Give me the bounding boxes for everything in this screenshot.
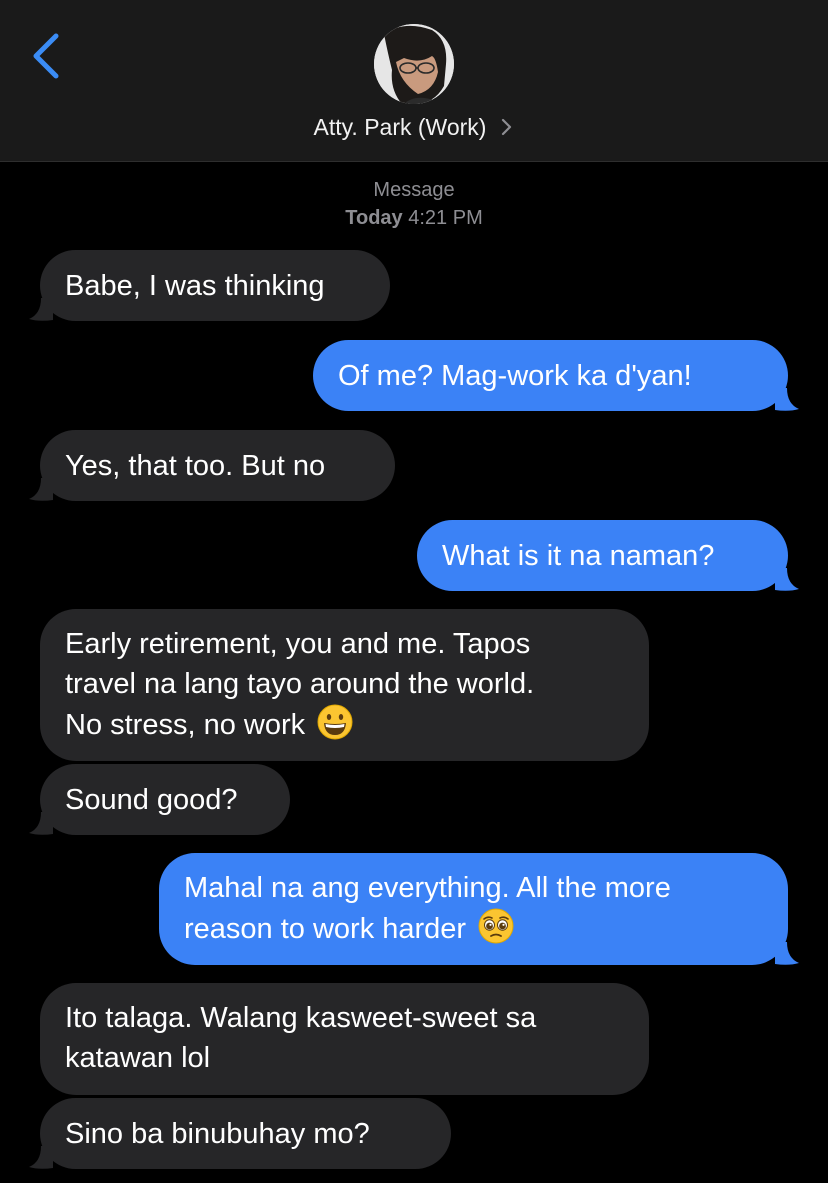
contact-avatar[interactable] — [374, 24, 454, 104]
message-line-with-emoji: reason to work harder — [184, 908, 671, 949]
thread-timestamp: Message Today 4:21 PM — [0, 176, 828, 232]
message-text: What is it na naman? — [442, 539, 715, 572]
message-text: Sino ba binubuhay mo? — [65, 1117, 370, 1150]
message-line-with-emoji: No stress, no work — [65, 704, 534, 745]
message-line: reason to work harder — [184, 913, 467, 945]
service-label: Message — [373, 179, 455, 201]
message-line: Ito talaga. Walang kasweet-sweet sa — [65, 1002, 537, 1034]
pleading-face-emoji-icon — [478, 908, 514, 944]
contact-name: Atty. Park (Work) — [313, 113, 487, 140]
message-line: Mahal na ang everything. All the more — [184, 872, 671, 904]
sent-message-bubble[interactable]: What is it na naman? — [417, 520, 788, 591]
conversation-header: Atty. Park (Work) — [0, 0, 828, 162]
bubble-tail — [775, 388, 799, 411]
time-label: 4:21 PM — [408, 207, 483, 229]
contact-name-button[interactable]: Atty. Park (Work) — [0, 110, 828, 144]
message-text: Ito talaga. Walang kasweet-sweet sa kata… — [65, 998, 536, 1078]
sent-message-bubble[interactable]: Of me? Mag-work ka d'yan! — [313, 340, 788, 411]
person-photo — [374, 24, 454, 104]
grinning-face-emoji-icon — [317, 704, 353, 740]
received-message-bubble[interactable]: Sino ba binubuhay mo? — [40, 1098, 451, 1169]
message-line: Early retirement, you and me. Tapos — [65, 628, 531, 660]
received-message-bubble[interactable]: Ito talaga. Walang kasweet-sweet sa kata… — [40, 983, 649, 1095]
received-message-bubble[interactable]: Early retirement, you and me. Tapos trav… — [40, 609, 649, 761]
message-line: No stress, no work — [65, 709, 306, 741]
message-text: Babe, I was thinking — [65, 269, 325, 302]
chevron-right-icon — [502, 118, 512, 136]
message-text: Mahal na ang everything. All the more re… — [184, 868, 671, 949]
message-text: Of me? Mag-work ka d'yan! — [338, 359, 692, 392]
message-line: katawan lol — [65, 1042, 211, 1074]
bubble-tail — [29, 478, 53, 501]
message-text: Early retirement, you and me. Tapos trav… — [65, 624, 534, 745]
message-text: Sound good? — [65, 783, 238, 816]
message-text: Yes, that too. But no — [65, 449, 326, 482]
sent-message-bubble[interactable]: Mahal na ang everything. All the more re… — [159, 853, 788, 965]
bubble-tail — [29, 298, 53, 321]
received-message-bubble[interactable]: Yes, that too. But no — [40, 430, 395, 501]
received-message-bubble[interactable]: Sound good? — [40, 764, 290, 835]
bubble-tail — [775, 942, 799, 965]
bubble-tail — [29, 812, 53, 835]
chevron-left-icon — [33, 33, 59, 79]
day-label: Today — [345, 207, 403, 229]
back-button[interactable] — [28, 30, 68, 82]
bubble-tail — [775, 568, 799, 591]
bubble-tail — [29, 1146, 53, 1169]
received-message-bubble[interactable]: Babe, I was thinking — [40, 250, 390, 321]
timestamp-line: Today 4:21 PM — [0, 204, 828, 232]
message-line: travel na lang tayo around the world. — [65, 668, 535, 700]
